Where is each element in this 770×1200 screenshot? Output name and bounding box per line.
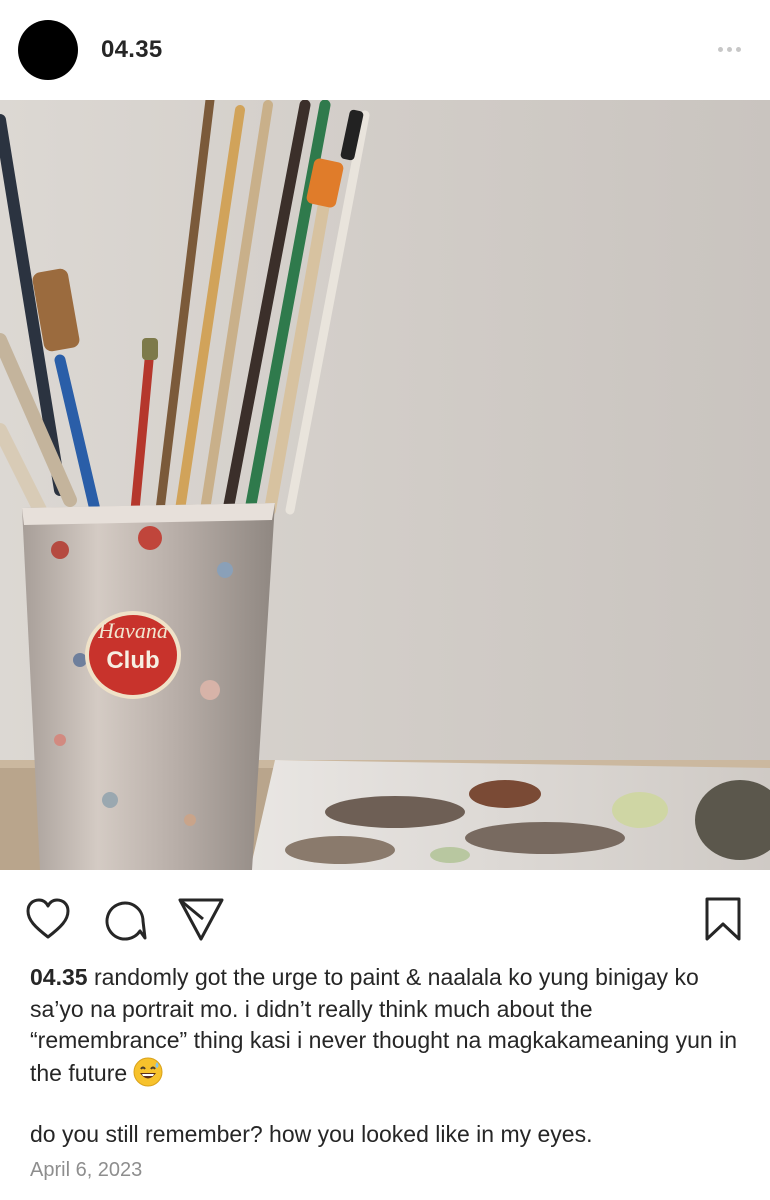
paper-plane-icon[interactable] [176, 894, 226, 944]
post-photo[interactable]: Havana Club [0, 100, 770, 870]
post-header: 04.35 [0, 0, 770, 100]
grinning-face-with-sweat-emoji [133, 1057, 163, 1096]
username[interactable]: 04.35 [101, 36, 163, 64]
caption-followup: do you still remember? how you looked li… [30, 1121, 593, 1147]
caption: 04.35 randomly got the urge to paint & n… [30, 962, 750, 1095]
avatar[interactable] [18, 20, 78, 80]
bookmark-icon[interactable] [698, 894, 748, 944]
post-date: April 6, 2023 [30, 1159, 143, 1181]
cup-logo-text-top: Havana [97, 618, 168, 643]
caption-username[interactable]: 04.35 [30, 964, 88, 990]
heart-icon[interactable] [23, 894, 73, 944]
comment-bubble-icon[interactable] [100, 894, 150, 944]
cup-logo-text-bottom: Club [106, 647, 159, 674]
more-options-icon[interactable] [713, 38, 745, 60]
post-actions [0, 870, 770, 960]
